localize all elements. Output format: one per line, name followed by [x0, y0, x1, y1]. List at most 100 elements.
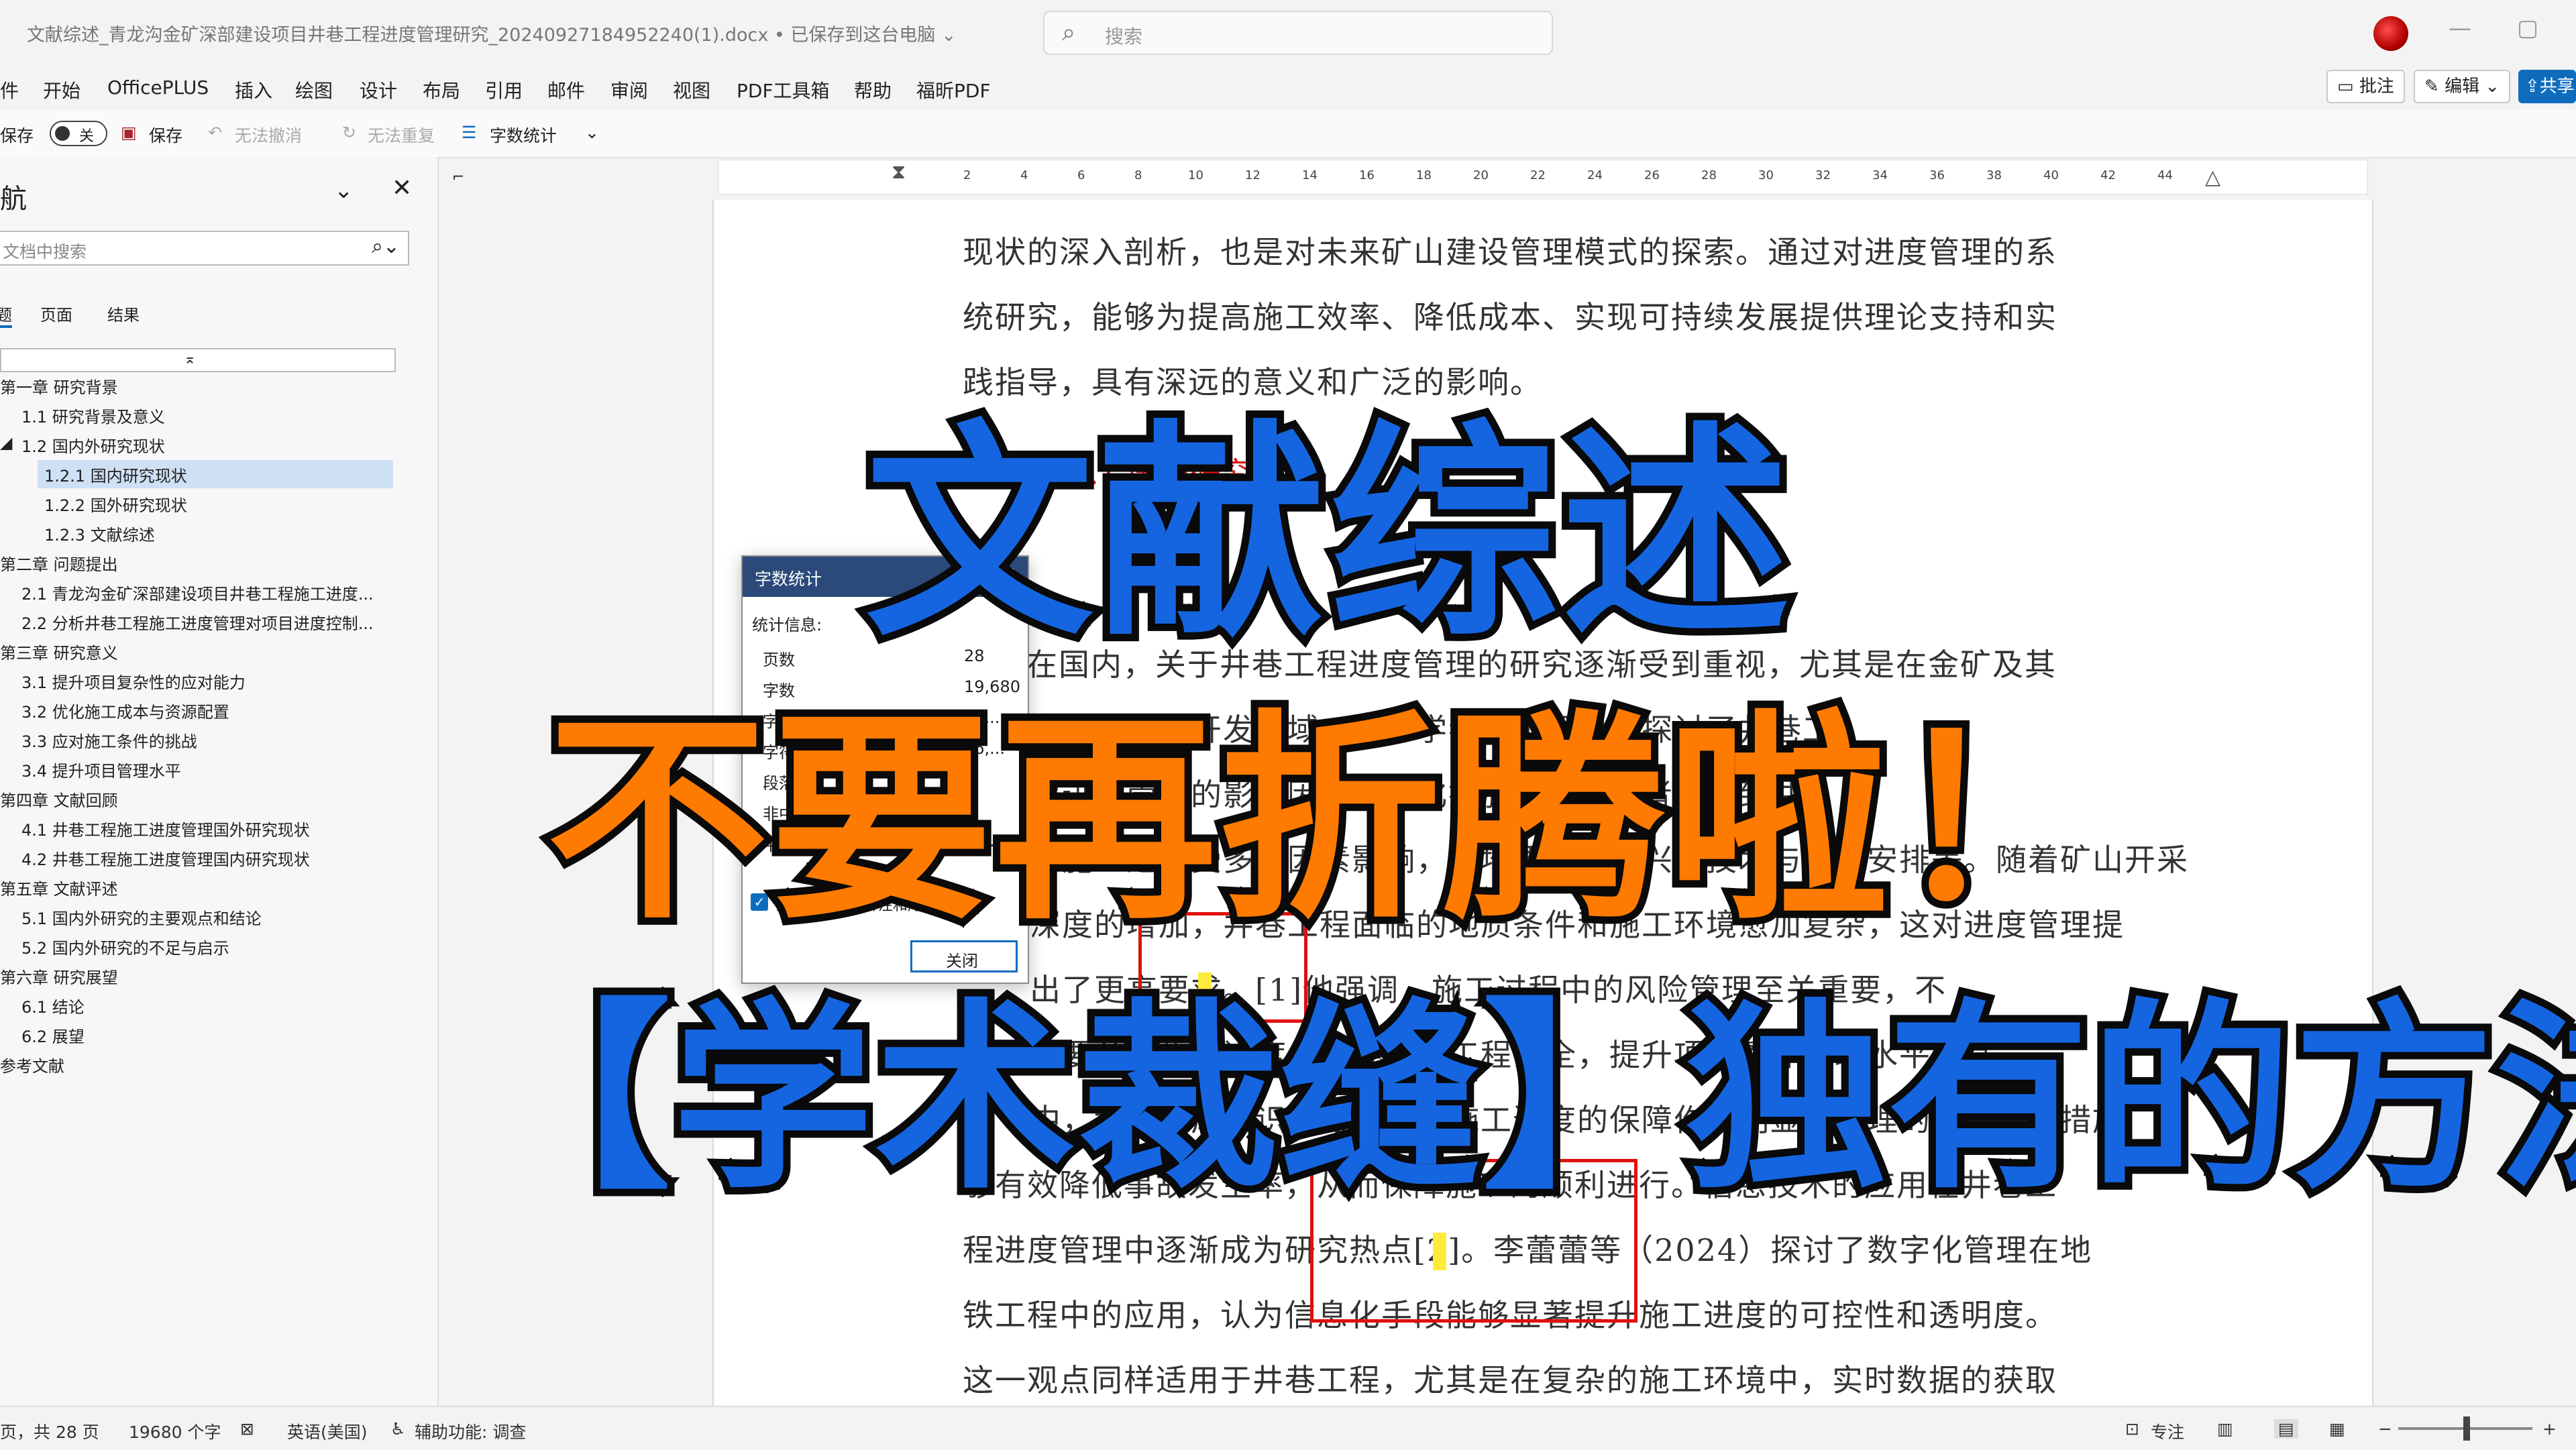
language[interactable]: 英语(美国) [287, 1419, 368, 1443]
ruler-number: 18 [1416, 168, 1432, 182]
accessibility-status[interactable]: 辅助功能: 调查 [415, 1419, 526, 1443]
right-indent-icon[interactable]: △ [2205, 166, 2220, 189]
outline-item[interactable]: 参考文献 [0, 1053, 64, 1076]
tab-draw[interactable]: 绘图 [295, 76, 333, 103]
ruler-number: 10 [1188, 168, 1203, 182]
tab-pages[interactable]: 页面 [40, 302, 72, 325]
tab-officeplus[interactable]: OfficePLUS [107, 76, 209, 99]
share-button[interactable]: ⇪共享 [2518, 70, 2576, 103]
wordcount-icon[interactable]: ☰ [462, 123, 476, 142]
autosave-toggle[interactable]: 关 [50, 121, 107, 146]
edit-button[interactable]: ✎ 编辑 ⌄ [2414, 70, 2511, 103]
outline-item[interactable]: 2.1 青龙沟金矿深部建设项目井巷工程施工进度... [21, 581, 374, 604]
title-bar: 文献综述_青龙沟金矿深部建设项目井巷工程进度管理研究_2024092718495… [0, 0, 2576, 67]
search-input[interactable]: ⌕ 搜索 [1043, 11, 1553, 55]
indent-marker-icon[interactable]: ⧗ [892, 160, 906, 184]
search-icon[interactable]: ⌕⌄ [372, 235, 400, 258]
proofing-icon[interactable]: ⊠ [240, 1419, 254, 1439]
outline-item[interactable]: 第三章 研究意义 [0, 640, 118, 663]
outline-item[interactable]: 1.2 国内外研究现状 [21, 433, 165, 457]
outline-scroll-up[interactable]: ⌅ [0, 348, 396, 372]
close-icon[interactable]: ✕ [392, 174, 412, 202]
save-button[interactable]: 保存 [149, 123, 182, 147]
print-layout-icon[interactable]: ▤ [2274, 1419, 2298, 1439]
body-line: 这一观点同样适用于井巷工程，尤其是在复杂的施工环境中，实时数据的获取 [963, 1362, 2057, 1398]
zoom-out-icon[interactable]: − [2378, 1419, 2392, 1439]
read-mode-icon[interactable]: ▥ [2217, 1419, 2233, 1439]
outline-item[interactable]: 4.1 井巷工程施工进度管理国外研究现状 [21, 817, 310, 840]
body-line: 现状的深入剖析，也是对未来矿山建设管理模式的探索。通过对进度管理的系 [963, 234, 2057, 270]
word-count[interactable]: 19680 个字 [129, 1419, 221, 1443]
focus-mode-button[interactable]: 专注 [2151, 1419, 2184, 1443]
web-layout-icon[interactable]: ▦ [2329, 1419, 2345, 1439]
tab-home[interactable]: 开始 [43, 76, 80, 103]
tab-references[interactable]: 引用 [485, 76, 523, 103]
toggle-label: 关 [79, 128, 95, 145]
qat-more-button[interactable]: ⌄ [585, 123, 599, 142]
undo-button[interactable]: 无法撤消 [235, 123, 302, 147]
ruler-strip[interactable]: 2 4 6 8 10 12 14 16 18 20 22 24 26 28 30… [718, 160, 2368, 194]
outline-item[interactable]: 6.1 结论 [21, 994, 85, 1017]
outline-item[interactable]: 第二章 问题提出 [0, 551, 118, 575]
tab-help[interactable]: 帮助 [854, 76, 892, 103]
outline-item[interactable]: 第一章 研究背景 [0, 374, 118, 398]
nav-title: 航 [0, 184, 27, 215]
ruler-number: 36 [1929, 168, 1945, 182]
nav-search-input[interactable]: 文档中搜索 ⌕⌄ [0, 231, 409, 266]
outline-item[interactable]: 1.2.2 国外研究现状 [44, 492, 187, 516]
undo-icon[interactable]: ↶ [208, 123, 222, 142]
tab-view[interactable]: 视图 [673, 76, 710, 103]
outline-item[interactable]: 第四章 文献回顾 [0, 787, 118, 811]
outline-item[interactable]: 3.4 提升项目管理水平 [21, 758, 181, 781]
outline-item[interactable]: 4.2 井巷工程施工进度管理国内研究现状 [21, 846, 310, 870]
outline-item[interactable]: 3.1 提升项目复杂性的应对能力 [21, 669, 246, 693]
outline-expand-icon[interactable]: ◢ [0, 433, 12, 452]
dialog-title: 字数统计 [755, 569, 822, 589]
pencil-icon: ✎ [2424, 76, 2445, 97]
ruler-number: 42 [2100, 168, 2116, 182]
zoom-slider-thumb[interactable] [2463, 1416, 2470, 1441]
ruler-number: 6 [1077, 168, 1085, 182]
redo-button[interactable]: 无法重复 [368, 123, 435, 147]
tab-stop-icon[interactable]: ⌐ [452, 169, 464, 186]
wordcount-button[interactable]: 字数统计 [490, 123, 557, 147]
outline-item[interactable]: 1.2.3 文献综述 [44, 522, 155, 545]
outline-item-selected[interactable]: 1.2.1 国内研究现状 [44, 463, 187, 486]
ruler-number: 24 [1587, 168, 1603, 182]
avatar[interactable] [2373, 16, 2408, 51]
tab-headings[interactable]: 题 [0, 302, 12, 328]
search-placeholder: 搜索 [1105, 25, 1143, 48]
tab-pdf-toolbox[interactable]: PDF工具箱 [737, 76, 830, 103]
ruler-number: 34 [1872, 168, 1888, 182]
tab-review[interactable]: 审阅 [610, 76, 648, 103]
outline-item[interactable]: 6.2 展望 [21, 1023, 85, 1047]
outline-item[interactable]: 1.1 研究背景及意义 [21, 404, 165, 427]
outline-item[interactable]: 2.2 分析井巷工程施工进度管理对项目进度控制... [21, 610, 374, 634]
save-icon[interactable]: ▣ [121, 123, 137, 142]
zoom-in-icon[interactable]: + [2542, 1419, 2557, 1439]
tab-insert[interactable]: 插入 [235, 76, 272, 103]
outline-item[interactable]: 3.2 优化施工成本与资源配置 [21, 699, 229, 722]
ruler-number: 20 [1473, 168, 1489, 182]
outline-item[interactable]: 第五章 文献评述 [0, 876, 118, 899]
maximize-icon[interactable]: ▢ [2517, 15, 2538, 42]
tab-results[interactable]: 结果 [107, 302, 140, 325]
accessibility-icon: ♿ [390, 1419, 406, 1439]
tab-file[interactable]: 件 [0, 76, 19, 103]
ruler-number: 2 [963, 168, 971, 182]
redo-icon[interactable]: ↻ [342, 123, 356, 142]
overlay-title-line1: 文献综述 [858, 394, 1797, 675]
tab-design[interactable]: 设计 [360, 76, 397, 103]
outline-item[interactable]: 第六章 研究展望 [0, 964, 118, 988]
tab-foxit-pdf[interactable]: 福昕PDF [916, 76, 991, 103]
outline-item[interactable]: 5.2 国内外研究的不足与启示 [21, 935, 229, 958]
tab-layout[interactable]: 布局 [423, 76, 460, 103]
quick-access-toolbar: 自动保存 关 ▣ 保存 ↶ 无法撤消 ↻ 无法重复 ☰ 字数统计 ⌄ [0, 110, 2576, 158]
tab-mailings[interactable]: 邮件 [547, 76, 585, 103]
outline-item[interactable]: 3.3 应对施工条件的挑战 [21, 728, 197, 752]
comment-button[interactable]: ▭ 批注 [2326, 70, 2405, 103]
page-count[interactable]: 页，共 28 页 [0, 1419, 99, 1443]
chevron-down-icon[interactable]: ⌄ [334, 177, 354, 204]
outline-item[interactable]: 5.1 国内外研究的主要观点和结论 [21, 905, 262, 929]
minimize-icon[interactable]: — [2449, 15, 2471, 42]
